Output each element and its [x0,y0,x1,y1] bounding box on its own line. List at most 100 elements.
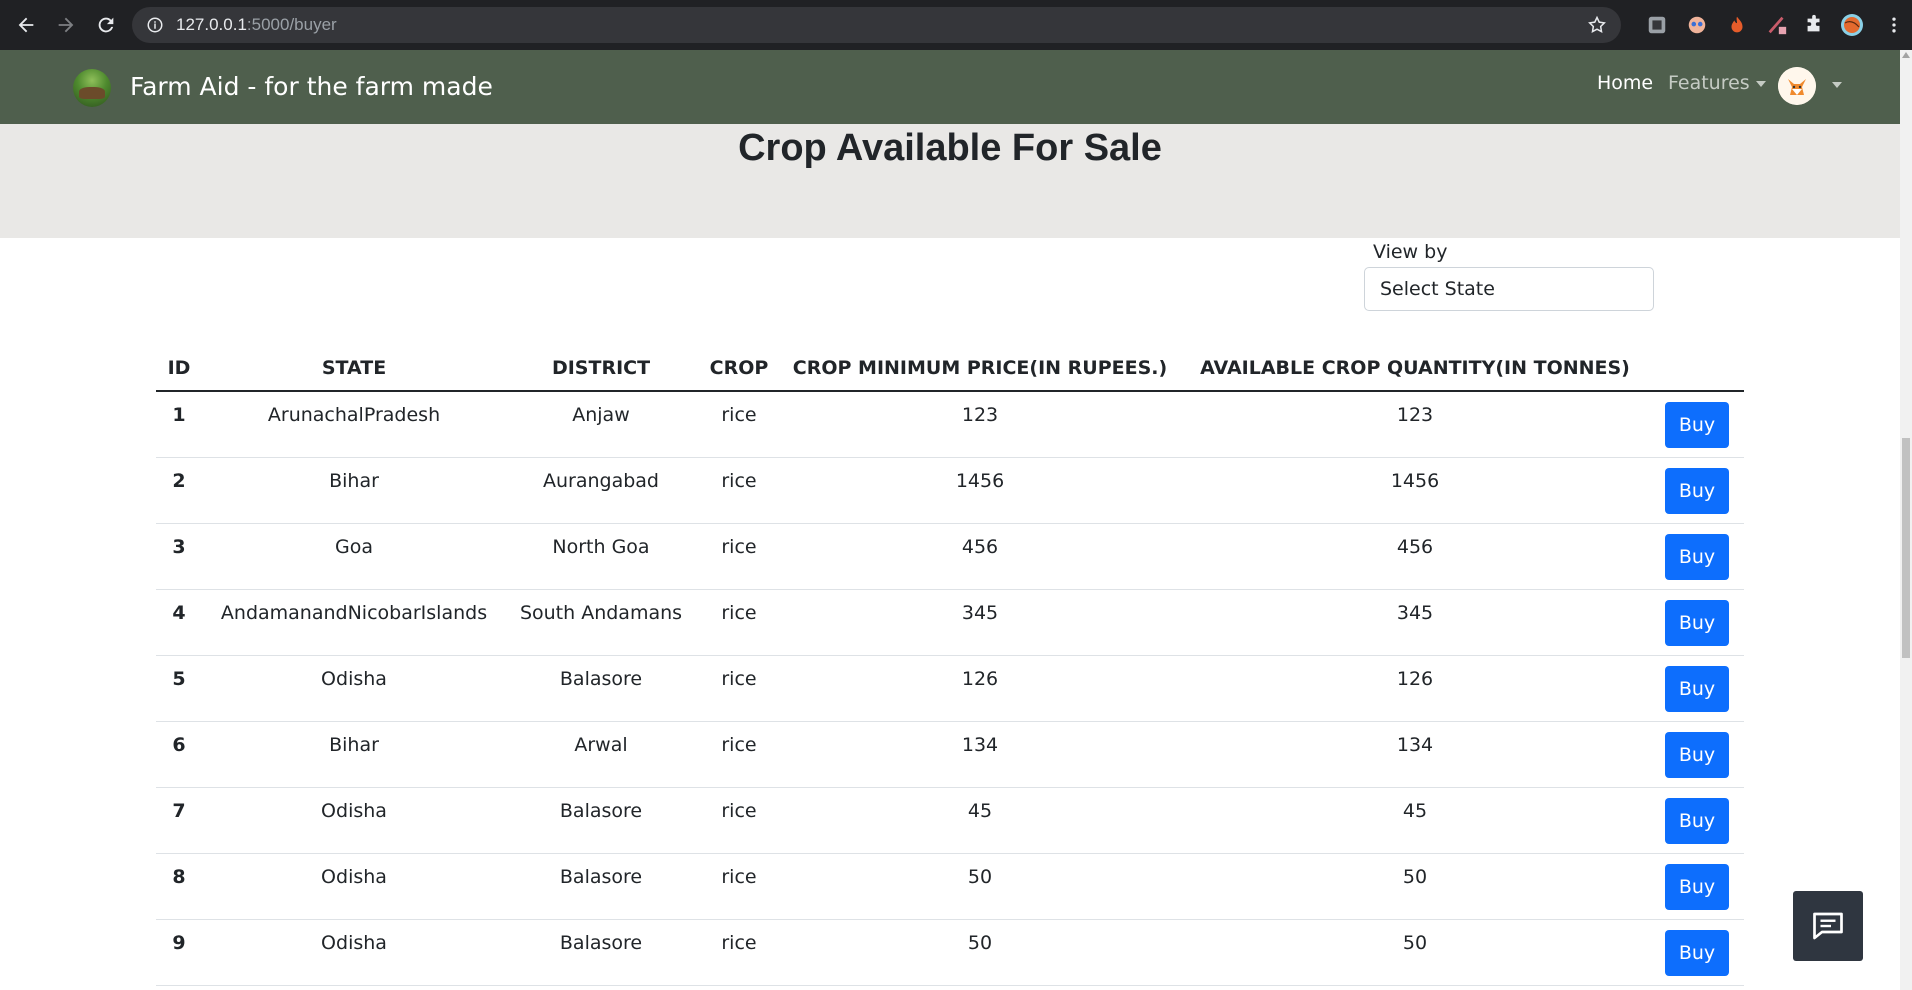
address-bar[interactable]: 127.0.0.1:5000/buyer [132,7,1621,43]
table-row: 1 ArunachalPradesh Anjaw rice 123 123 Bu… [156,391,1744,458]
cell-state: Odisha [202,787,506,854]
cell-price: 50 [782,853,1178,920]
avatar[interactable] [1778,67,1816,105]
cell-quantity: 50 [1178,853,1652,920]
cell-district: Balasore [506,853,696,920]
cell-action: Buy [1652,391,1744,458]
url-host: 127.0.0.1 [176,15,247,34]
nav-dropdown-features[interactable]: Features [1668,72,1766,94]
page-title: Crop Available For Sale [738,127,1162,169]
cell-id: 6 [156,721,202,788]
table-row: 8 Odisha Balasore rice 50 50 Buy [156,853,1744,920]
extension-1-icon[interactable] [1645,13,1669,37]
crop-table: ID STATE DISTRICT CROP CROP MINIMUM PRIC… [156,346,1744,986]
cell-price: 45 [782,787,1178,854]
cell-district: Aurangabad [506,457,696,524]
table-row: 2 Bihar Aurangabad rice 1456 1456 Buy [156,457,1744,524]
table-row: 7 Odisha Balasore rice 45 45 Buy [156,787,1744,854]
cell-action: Buy [1652,523,1744,590]
cell-action: Buy [1652,853,1744,920]
cell-crop: rice [696,391,782,458]
forward-button[interactable] [48,7,84,43]
back-button[interactable] [8,7,44,43]
cell-crop: rice [696,457,782,524]
avatar-dropdown-icon[interactable] [1832,82,1842,88]
cell-quantity: 134 [1178,721,1652,788]
cell-crop: rice [696,721,782,788]
extension-3-icon[interactable] [1725,13,1749,37]
brand-logo[interactable] [73,69,111,107]
cell-action: Buy [1652,457,1744,524]
cell-district: Balasore [506,655,696,722]
puzzle-icon[interactable] [1802,13,1826,37]
cell-state: Odisha [202,655,506,722]
buy-button[interactable]: Buy [1665,402,1729,448]
nav-link-home[interactable]: Home [1597,72,1653,94]
state-select[interactable]: Select State [1364,267,1654,311]
cell-quantity: 126 [1178,655,1652,722]
cell-state: Bihar [202,457,506,524]
buy-button[interactable]: Buy [1665,731,1729,778]
cell-id: 8 [156,853,202,920]
cell-crop: rice [696,787,782,854]
buy-button[interactable]: Buy [1665,533,1729,580]
table-row: 3 Goa North Goa rice 456 456 Buy [156,523,1744,590]
chat-widget-button[interactable] [1793,891,1863,961]
view-by-label: View by [1373,241,1448,263]
scrollbar-thumb[interactable] [1902,438,1910,658]
cell-district: South Andamans [506,589,696,656]
cell-crop: rice [696,853,782,920]
buy-button[interactable]: Buy [1665,929,1729,976]
header-district: DISTRICT [506,346,696,392]
cell-id: 3 [156,523,202,590]
cell-district: Balasore [506,787,696,854]
table-header-row: ID STATE DISTRICT CROP CROP MINIMUM PRIC… [156,346,1744,392]
arrow-left-icon [18,17,34,33]
header-id: ID [156,346,202,392]
kebab-menu-icon[interactable] [1882,13,1906,37]
buy-button[interactable]: Buy [1665,467,1729,514]
cell-state: ArunachalPradesh [202,391,506,458]
chat-bubble-icon [1813,912,1843,940]
cell-district: Arwal [506,721,696,788]
reload-icon [98,17,114,33]
scroll-up-icon[interactable] [1902,52,1910,58]
profile-icon[interactable] [1840,13,1864,37]
cell-quantity: 45 [1178,787,1652,854]
cell-crop: rice [696,589,782,656]
header-quantity: AVAILABLE CROP QUANTITY(IN TONNES) [1178,346,1652,392]
cell-id: 4 [156,589,202,656]
brand-title[interactable]: Farm Aid - for the farm made [130,72,493,101]
fox-avatar-icon [1778,67,1816,105]
cell-action: Buy [1652,919,1744,986]
header-state: STATE [202,346,506,392]
cell-price: 123 [782,391,1178,458]
browser-toolbar: 127.0.0.1:5000/buyer [0,0,1912,50]
cell-price: 1456 [782,457,1178,524]
cell-price: 134 [782,721,1178,788]
cell-price: 345 [782,589,1178,656]
cell-quantity: 345 [1178,589,1652,656]
buy-button[interactable]: Buy [1665,665,1729,712]
extension-4-icon[interactable] [1765,13,1789,37]
star-icon[interactable] [1587,15,1607,35]
buy-button[interactable]: Buy [1665,863,1729,910]
table-row: 4 AndamanandNicobarIslands South Andaman… [156,589,1744,656]
reload-button[interactable] [88,7,124,43]
cell-state: Odisha [202,919,506,986]
cell-crop: rice [696,919,782,986]
info-icon[interactable] [146,16,164,34]
extension-2-icon[interactable] [1685,13,1709,37]
cell-district: Balasore [506,919,696,986]
page-header: Crop Available For Sale [0,124,1900,238]
url-text: 127.0.0.1:5000/buyer [176,15,337,35]
buy-button[interactable]: Buy [1665,599,1729,646]
cell-action: Buy [1652,721,1744,788]
buy-button[interactable]: Buy [1665,797,1729,844]
table-row: 5 Odisha Balasore rice 126 126 Buy [156,655,1744,722]
cell-quantity: 123 [1178,391,1652,458]
cell-id: 2 [156,457,202,524]
cell-crop: rice [696,523,782,590]
site-navbar: Farm Aid - for the farm made Home Featur… [0,50,1900,124]
cell-district: North Goa [506,523,696,590]
